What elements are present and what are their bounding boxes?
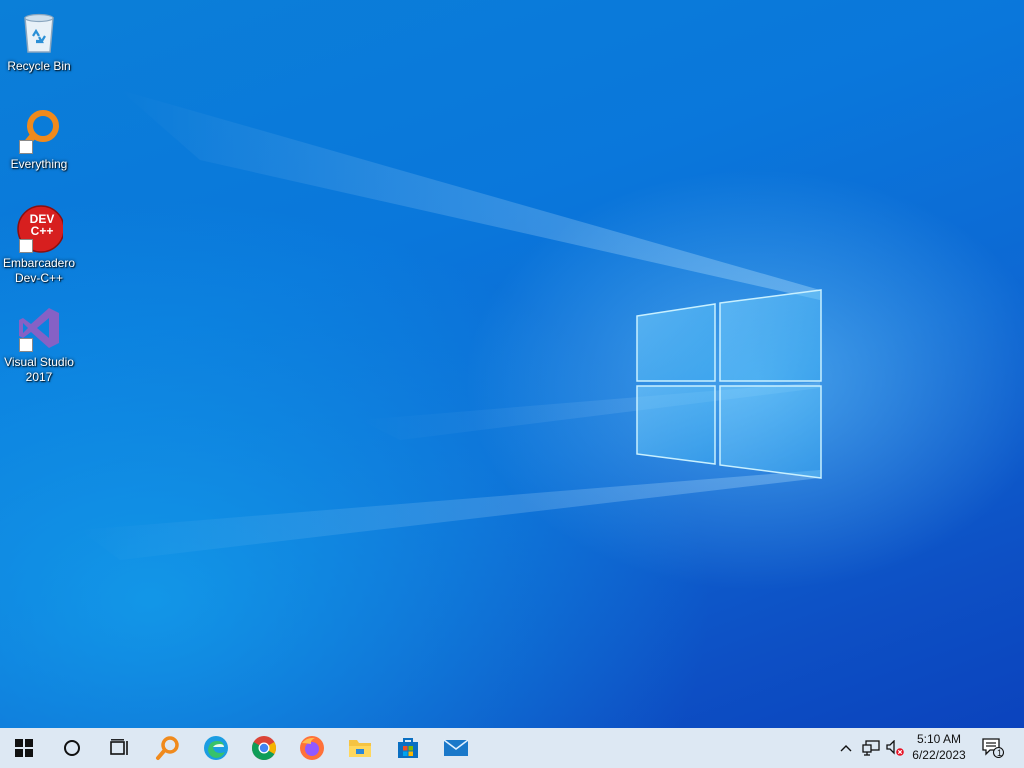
devcpp-badge-text: DEV C++ [29,212,55,238]
desktop-icon-label: Recycle Bin [7,59,71,73]
chrome-icon [252,736,276,761]
taskbar: 5:10 AM 6/22/2023 1 [0,728,1024,768]
mail-icon [443,739,469,756]
desktop-icon-everything[interactable]: Everything [0,106,78,172]
action-center-button[interactable]: 1 [978,728,1008,768]
taskbar-edge[interactable] [192,728,240,768]
shortcut-arrow-icon [19,239,33,253]
edge-icon [204,736,228,760]
visual-studio-icon [15,304,63,352]
task-view-button[interactable] [96,728,144,768]
task-view-icon [110,739,128,755]
shortcut-arrow-icon [19,140,33,154]
clock-date: 6/22/2023 [912,748,966,762]
taskbar-everything[interactable] [144,728,192,768]
taskbar-chrome[interactable] [240,728,288,768]
clock-time: 5:10 AM [916,732,962,746]
show-hidden-icons-button[interactable] [836,728,856,768]
desktop-icon-recycle-bin[interactable]: Recycle Bin [0,8,78,74]
taskbar-firefox[interactable] [288,728,336,768]
store-icon [398,738,418,758]
taskbar-store[interactable] [384,728,432,768]
taskbar-file-explorer[interactable] [336,728,384,768]
cortana-button[interactable] [48,728,96,768]
desktop-icon-visual-studio[interactable]: Visual Studio 2017 [0,304,78,385]
cortana-icon [64,740,80,756]
shortcut-arrow-icon [19,338,33,352]
chevron-up-icon [840,745,852,752]
firefox-icon [300,736,324,760]
desktop-icon-label: Embarcadero Dev-C++ [2,256,76,285]
network-icon [862,740,880,756]
desktop-icon-devcpp[interactable]: DEV C++ Embarcadero Dev-C++ [0,205,78,286]
taskbar-clock[interactable]: 5:10 AM 6/22/2023 [904,731,974,763]
everything-icon [15,106,63,154]
everything-icon [156,736,179,760]
windows-logo-wallpaper [80,90,822,560]
start-icon [15,739,33,757]
recycle-bin-icon [15,8,63,56]
devcpp-icon: DEV C++ [15,205,65,253]
desktop-wallpaper[interactable]: Recycle Bin Everything DEV C++ Embarcade… [0,0,1024,728]
taskbar-mail[interactable] [432,728,480,768]
network-button[interactable] [860,728,882,768]
desktop-icon-label: Visual Studio 2017 [4,355,74,384]
notification-count-badge: 1 [996,748,1002,758]
start-button[interactable] [0,728,48,768]
volume-button[interactable] [884,728,906,768]
volume-muted-icon [886,740,904,756]
file-explorer-icon [349,740,371,757]
desktop-icon-label: Everything [10,157,68,171]
